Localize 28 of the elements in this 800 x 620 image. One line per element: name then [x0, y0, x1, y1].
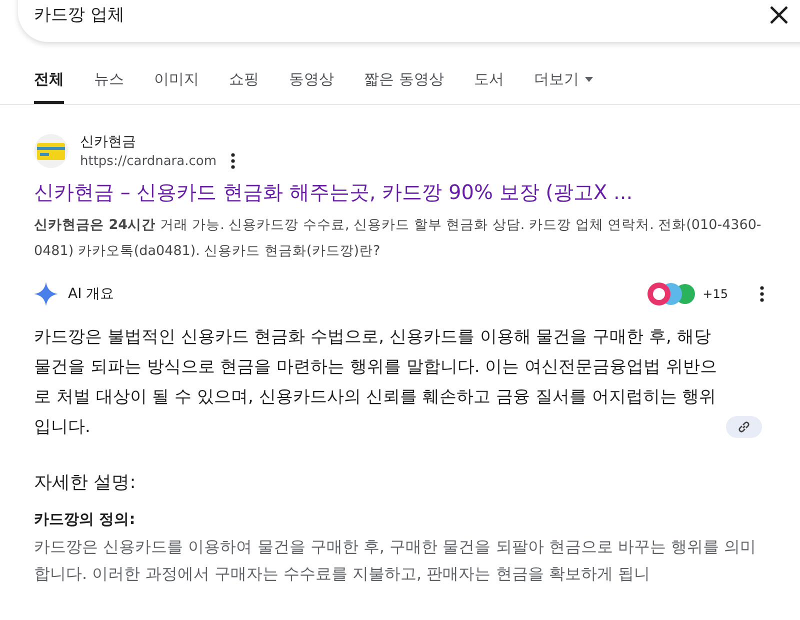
search-tab[interactable]: 뉴스 [94, 62, 124, 104]
ai-summary: 카드깡은 불법적인 신용카드 현금화 수법으로, 신용카드를 이용해 물건을 구매한 후, 해당 물건을 되파는 방식으로 현금을 마련하는 행위를 말합니다. 이는 여신전문금융업법 위반으로 처벌 대상이 될 수 있으며, 신용카드사의 신뢰를 훼손하고 금융 질서를 어지럽히는 행위입니다. [34, 326, 718, 439]
search-tab[interactable]: 전체 [34, 62, 64, 104]
search-field[interactable]: 카드깡 업체 [18, 0, 800, 42]
ai-overview-label: AI 개요 [68, 285, 116, 303]
search-tab[interactable]: 도서 [474, 62, 504, 104]
search-tab[interactable]: 짧은 동영상 [364, 62, 444, 104]
subheading: 카드깡의 정의: [34, 510, 136, 529]
result-snippet: 신카현금은 24시간 거래 가능. 신용카드깡 수수료, 신용카드 할부 현금화 상담. 카드깡 업체 연락처. 전화(010-4360-0481) 카카오톡(da0481). 신용카드 현금화(카드깡)란? [34, 216, 762, 261]
detail-paragraph: 카드깡은 신용카드를 이용하여 물건을 구매한 후, 구매한 물건을 되팔아 현금으로 바꾸는 행위를 의미합니다. 이러한 과정에서 구매자는 수수료를 지불하고, 판매자는 현금을 확보하게 됩니 [34, 536, 758, 585]
caret-icon [584, 77, 593, 82]
site-url: https://cardnara.com [80, 154, 216, 168]
section-heading: 자세한 설명: [34, 471, 137, 494]
search-tab[interactable]: 쇼핑 [229, 62, 259, 104]
card-icon [34, 134, 68, 168]
more-icon[interactable] [230, 153, 234, 169]
search-tab[interactable]: 이미지 [154, 62, 199, 104]
source-count: +15 [702, 287, 728, 301]
source-logos-icon[interactable] [646, 282, 697, 306]
search-tab[interactable]: 더보기 [534, 62, 593, 104]
search-tab[interactable]: 동영상 [289, 62, 334, 104]
sparkle-icon [34, 282, 58, 306]
link-icon [737, 420, 751, 434]
result-title-link[interactable]: 신카현금 – 신용카드 현금화 해주는곳, 카드깡 90% 보장 (광고X ... [34, 179, 774, 206]
more-icon[interactable] [760, 286, 764, 302]
site-name: 신카현금 [80, 133, 137, 151]
link-button[interactable] [726, 416, 762, 438]
search-query: 카드깡 업체 [34, 4, 124, 26]
